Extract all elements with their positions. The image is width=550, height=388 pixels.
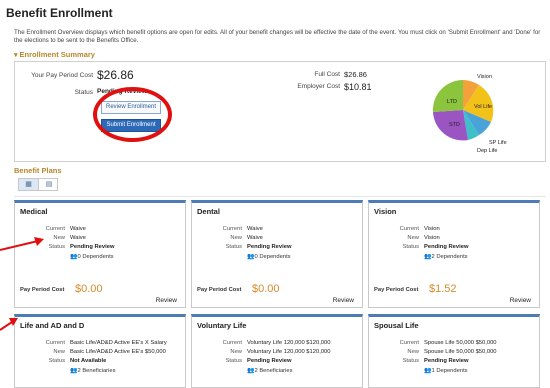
status-value: Pending Review bbox=[424, 358, 469, 364]
pay-period-cost-value: $26.86 bbox=[97, 68, 134, 82]
beneficiaries: 👥2 Beneficiaries bbox=[247, 367, 293, 374]
new-label: New bbox=[407, 349, 419, 355]
new-value: Basic Life/AD&D Active EE's $50,000 bbox=[70, 349, 166, 355]
divider bbox=[14, 196, 546, 197]
status-value: Pending Review bbox=[424, 244, 469, 250]
current-value: Waive bbox=[70, 226, 86, 232]
voluntary-life-card[interactable]: Voluntary Life Current Voluntary Life 12… bbox=[191, 314, 363, 388]
status-label: Status bbox=[48, 358, 65, 364]
card-title: Medical bbox=[20, 207, 48, 216]
pie-slice-ltd bbox=[432, 79, 463, 112]
employer-cost-value: $10.81 bbox=[344, 82, 372, 92]
beneficiaries: 👥2 Beneficiaries bbox=[70, 367, 116, 374]
review-link[interactable]: Review bbox=[333, 297, 354, 304]
new-label: New bbox=[53, 349, 65, 355]
status-value: Pending Review bbox=[247, 244, 292, 250]
status-label: Status bbox=[402, 358, 419, 364]
current-value: Waive bbox=[247, 226, 263, 232]
new-value: Spouse Life 50,000 $50,000 bbox=[424, 349, 497, 355]
full-cost-label: Full Cost bbox=[314, 71, 340, 78]
enrollment-summary-panel: Your Pay Period Cost $26.86 Status Pendi… bbox=[14, 61, 546, 162]
dependents: 👥0 Dependents bbox=[70, 253, 114, 260]
cost-breakdown-pie: Vision LTD Vol Life STD SP Life Dep Life bbox=[432, 74, 507, 154]
employer-cost-label: Employer Cost bbox=[297, 83, 340, 90]
status-label: Status bbox=[402, 244, 419, 250]
pay-period-cost-label: Pay Period Cost bbox=[374, 287, 419, 293]
current-label: Current bbox=[45, 226, 65, 232]
enrollment-summary-header[interactable]: ▾ Enrollment Summary bbox=[14, 50, 95, 59]
enrollment-summary-title: Enrollment Summary bbox=[19, 50, 95, 59]
tile-view-icon[interactable]: ▦ bbox=[19, 179, 39, 190]
pay-period-cost-label: Pay Period Cost bbox=[20, 287, 65, 293]
list-view-icon[interactable]: ▤ bbox=[39, 179, 59, 190]
new-label: New bbox=[230, 349, 242, 355]
pie-label-sp-life: SP Life bbox=[489, 140, 507, 146]
pie-label-vol-life: Vol Life bbox=[474, 104, 492, 110]
annotation-circle bbox=[93, 87, 172, 142]
view-toggle: ▦ ▤ bbox=[18, 178, 58, 191]
dependents-text: 0 Dependents bbox=[77, 254, 114, 260]
new-value: Voluntary Life 120,000 $120,000 bbox=[247, 349, 331, 355]
review-link[interactable]: Review bbox=[156, 297, 177, 304]
pie-label-ltd: LTD bbox=[447, 99, 457, 105]
card-title: Spousal Life bbox=[374, 321, 419, 330]
status-label: Status bbox=[225, 244, 242, 250]
status-value: Pending Review bbox=[70, 244, 115, 250]
card-title: Vision bbox=[374, 207, 397, 216]
dependents: 👥2 Dependents bbox=[424, 253, 468, 260]
current-value: Voluntary Life 120,000 $120,000 bbox=[247, 340, 331, 346]
pay-period-cost-value: $0.00 bbox=[75, 283, 103, 295]
current-value: Spouse Life 50,000 $50,000 bbox=[424, 340, 497, 346]
pie-label-std: STD bbox=[449, 122, 460, 128]
vision-card[interactable]: Vision Current Vision New Vision Status … bbox=[368, 200, 540, 308]
current-value: Vision bbox=[424, 226, 440, 232]
new-value: Waive bbox=[70, 235, 86, 241]
dependents-text: 1 Dependents bbox=[431, 368, 468, 374]
current-value: Basic Life/AD&D Active EE's X Salary bbox=[70, 340, 167, 346]
pay-period-cost-value: $1.52 bbox=[429, 283, 457, 295]
benefit-plans-header: Benefit Plans bbox=[14, 166, 62, 175]
intro-text: The Enrollment Overview displays which b… bbox=[14, 29, 541, 44]
pay-period-cost-value: $0.00 bbox=[252, 283, 280, 295]
current-label: Current bbox=[222, 226, 242, 232]
dependents: 👥0 Dependents bbox=[247, 253, 291, 260]
pay-period-cost-label: Pay Period Cost bbox=[197, 287, 242, 293]
card-title: Voluntary Life bbox=[197, 321, 247, 330]
life-ad-d-card[interactable]: Life and AD and D Current Basic Life/AD&… bbox=[14, 314, 186, 388]
card-title: Life and AD and D bbox=[20, 321, 85, 330]
review-link[interactable]: Review bbox=[510, 297, 531, 304]
status-label: Status bbox=[74, 89, 93, 96]
spousal-life-card[interactable]: Spousal Life Current Spouse Life 50,000 … bbox=[368, 314, 540, 388]
new-value: Waive bbox=[247, 235, 263, 241]
current-label: Current bbox=[399, 226, 419, 232]
beneficiaries-text: 2 Beneficiaries bbox=[254, 368, 293, 374]
status-label: Status bbox=[225, 358, 242, 364]
status-value: Not Available bbox=[70, 358, 107, 364]
pie-label-vision: Vision bbox=[477, 74, 492, 80]
new-value: Vision bbox=[424, 235, 440, 241]
current-label: Current bbox=[222, 340, 242, 346]
pay-period-cost-label: Your Pay Period Cost bbox=[31, 72, 93, 79]
full-cost-value: $26.86 bbox=[344, 70, 367, 79]
annotation-arrow-icon bbox=[0, 318, 18, 331]
new-label: New bbox=[230, 235, 242, 241]
dependents: 👥1 Dependents bbox=[424, 367, 468, 374]
new-label: New bbox=[407, 235, 419, 241]
beneficiaries-text: 2 Beneficiaries bbox=[77, 368, 116, 374]
status-value: Pending Review bbox=[247, 358, 292, 364]
card-title: Dental bbox=[197, 207, 220, 216]
current-label: Current bbox=[45, 340, 65, 346]
dependents-text: 2 Dependents bbox=[431, 254, 468, 260]
dependents-text: 0 Dependents bbox=[254, 254, 291, 260]
dental-card[interactable]: Dental Current Waive New Waive Status Pe… bbox=[191, 200, 363, 308]
chevron-down-icon: ▾ bbox=[14, 52, 18, 59]
page-title: Benefit Enrollment bbox=[6, 6, 113, 20]
annotation-arrow-icon bbox=[0, 237, 44, 251]
current-label: Current bbox=[399, 340, 419, 346]
pie-label-dep-life: Dep Life bbox=[477, 148, 498, 154]
